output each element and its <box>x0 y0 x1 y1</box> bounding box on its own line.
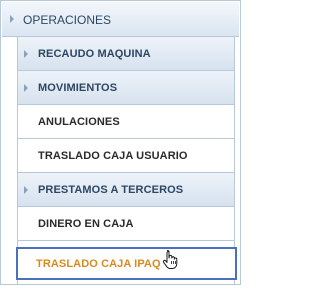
menu-root-operaciones[interactable]: OPERACIONES <box>2 2 239 37</box>
menu-item-label: TRASLADO CAJA USUARIO <box>38 150 188 162</box>
menu-item-label: TRASLADO CAJA IPAQ <box>36 258 161 270</box>
menu-item-recaudo-maquina[interactable]: RECAUDO MAQUINA <box>18 37 234 71</box>
menu-item-movimientos[interactable]: MOVIMIENTOS <box>18 71 234 105</box>
menu-item-traslado-caja-usuario[interactable]: TRASLADO CAJA USUARIO <box>18 139 234 173</box>
menu-root-label: OPERACIONES <box>23 13 112 27</box>
menu-item-label: ANULACIONES <box>38 116 120 128</box>
menu-item-traslado-caja-ipaq[interactable]: TRASLADO CAJA IPAQ <box>16 247 237 280</box>
operaciones-menu: OPERACIONES RECAUDO MAQUINA MOVIMIENTOS … <box>0 0 241 285</box>
chevron-right-icon <box>24 186 28 194</box>
menu-item-dinero-en-caja[interactable]: DINERO EN CAJA <box>18 207 234 241</box>
menu-item-prestamos-a-terceros[interactable]: PRESTAMOS A TERCEROS <box>18 173 234 207</box>
chevron-right-icon <box>24 84 28 92</box>
menu-item-label: MOVIMIENTOS <box>38 82 118 94</box>
menu-item-label: RECAUDO MAQUINA <box>38 48 151 60</box>
chevron-right-icon <box>24 50 28 58</box>
chevron-right-icon <box>10 15 14 23</box>
hand-pointer-icon <box>162 250 178 269</box>
menu-item-label: DINERO EN CAJA <box>38 218 134 230</box>
menu-item-anulaciones[interactable]: ANULACIONES <box>18 105 234 139</box>
menu-item-label: PRESTAMOS A TERCEROS <box>38 184 184 196</box>
